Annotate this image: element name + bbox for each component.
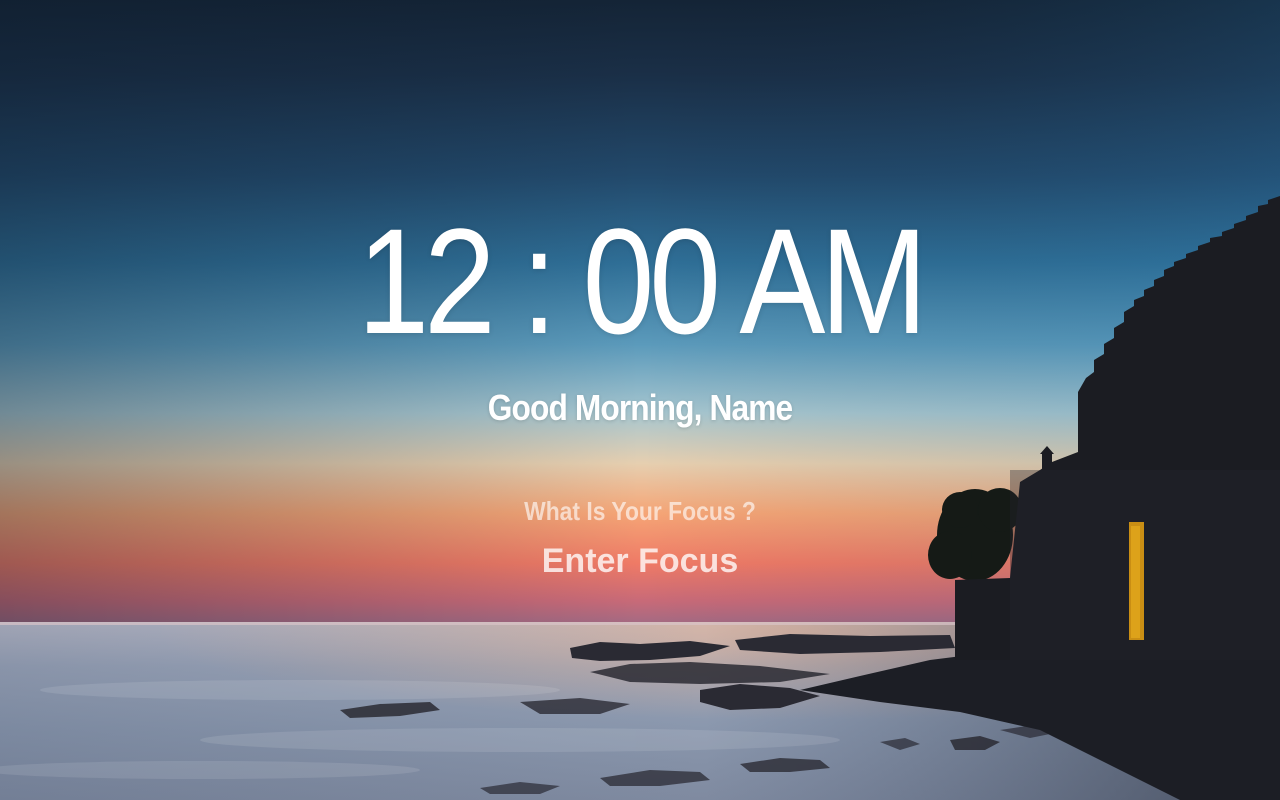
focus-input[interactable]	[440, 538, 840, 584]
greeting-text: Good Morning, Name	[487, 387, 793, 428]
focus-question-label: What Is Your Focus ?	[524, 496, 756, 526]
clock-display: 12 : 00 AM	[357, 197, 927, 365]
new-tab-dashboard: 12 : 00 AM Good Morning, Name What Is Yo…	[0, 0, 1280, 800]
